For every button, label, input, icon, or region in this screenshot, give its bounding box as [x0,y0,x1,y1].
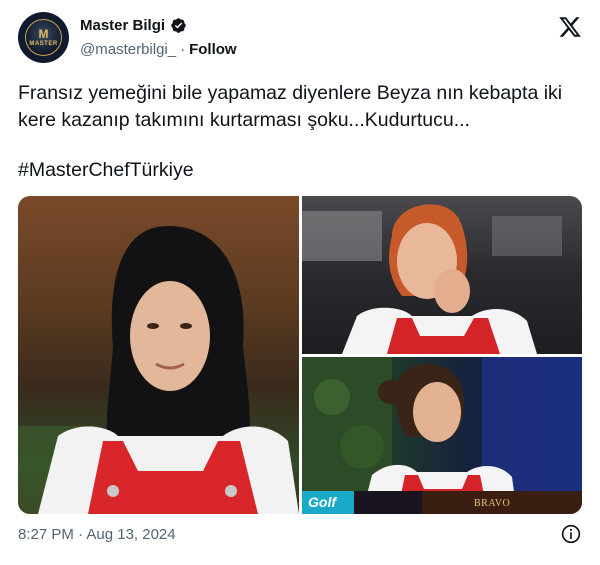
hashtag-link[interactable]: #MasterChefTürkiye [18,157,194,184]
author-display-name[interactable]: Master Bilgi [80,17,165,34]
info-icon[interactable] [561,524,581,544]
avatar-emblem: M MASTER [25,19,62,56]
x-logo-icon[interactable] [558,15,582,39]
media-photo-left[interactable] [18,196,299,514]
follow-button[interactable]: Follow [189,41,237,58]
avatar-letter: M [38,27,49,41]
sponsor-logo-left: Golf [308,494,336,510]
tweet-text: Fransız yemeğini bile yapamaz diyenlere … [18,82,563,131]
verified-badge-icon [171,18,186,33]
author-name-row: Master Bilgi [80,17,187,34]
avatar[interactable]: M MASTER [18,12,69,63]
media-grid[interactable]: Golf BRAVO [18,196,582,514]
contestant-portrait-image [18,226,299,514]
separator-dot: · [180,41,186,58]
author-handle-row: @masterbilgi_ · Follow [80,41,237,58]
sponsor-logo-right: BRAVO [474,498,511,509]
avatar-word: MASTER [29,41,58,47]
media-photo-bottom-right[interactable]: Golf BRAVO [302,357,582,514]
contestant-profile-image [302,357,582,514]
timestamp[interactable]: 8:27 PM · Aug 13, 2024 [18,526,176,543]
media-photo-top-right[interactable] [302,196,582,354]
contestant-thinking-image [302,204,562,354]
author-handle[interactable]: @masterbilgi_ [80,41,176,58]
